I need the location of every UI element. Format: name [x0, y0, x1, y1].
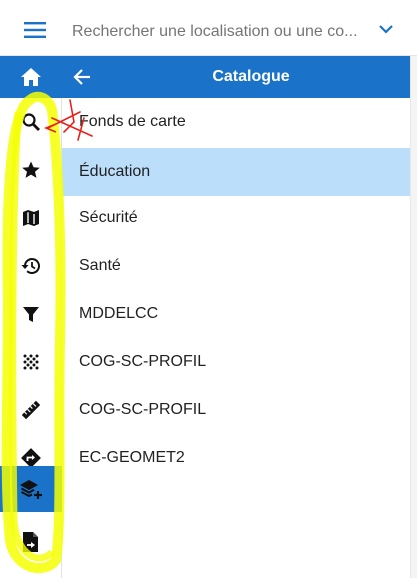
catalog-button[interactable] [0, 466, 62, 512]
search-icon [22, 113, 40, 131]
filter-button[interactable] [0, 294, 62, 334]
measure-button[interactable] [0, 390, 62, 430]
catalog-item-ec-geomet2[interactable]: EC-GEOMET2 [62, 434, 410, 482]
history-icon [21, 258, 40, 274]
map-icon [23, 210, 39, 226]
clustering-button[interactable] [0, 342, 62, 382]
layers-add-icon [20, 480, 42, 499]
tool-rail [0, 56, 62, 578]
chevron-down-icon[interactable] [378, 22, 396, 36]
panel-title: Catalogue [212, 68, 290, 85]
menu-icon[interactable] [24, 22, 48, 40]
back-arrow-icon[interactable] [72, 67, 92, 87]
catalog-item-sante[interactable]: Santé [62, 242, 410, 290]
catalog-item-cog-sc-profil-2[interactable]: COG-SC-PROFIL [62, 386, 410, 434]
home-button[interactable] [0, 56, 62, 98]
panel-scrollbar[interactable] [410, 56, 417, 578]
catalog-panel-header: Catalogue [62, 56, 410, 98]
history-button[interactable] [0, 246, 62, 286]
search-input[interactable] [72, 21, 366, 43]
favorites-button[interactable] [0, 150, 62, 190]
map-button[interactable] [0, 198, 62, 238]
ruler-icon [21, 400, 41, 420]
dots-grid-icon [23, 354, 39, 370]
catalog-item-mddelcc[interactable]: MDDELCC [62, 290, 410, 338]
catalog-item-education[interactable]: Éducation [62, 148, 410, 196]
catalog-item-cog-sc-profil[interactable]: COG-SC-PROFIL [62, 338, 410, 386]
search-bar [0, 0, 417, 56]
star-icon [22, 161, 40, 178]
app-root: Catalogue Fonds de carte Éducation Sécur… [0, 0, 417, 578]
catalog-item-securite[interactable]: Sécurité [62, 194, 410, 242]
filter-icon [23, 307, 39, 322]
file-export-icon [23, 532, 38, 552]
search-button[interactable] [0, 102, 62, 142]
catalog-item-fonds-de-carte[interactable]: Fonds de carte [62, 98, 410, 146]
export-button[interactable] [0, 522, 62, 562]
home-icon [21, 68, 41, 86]
